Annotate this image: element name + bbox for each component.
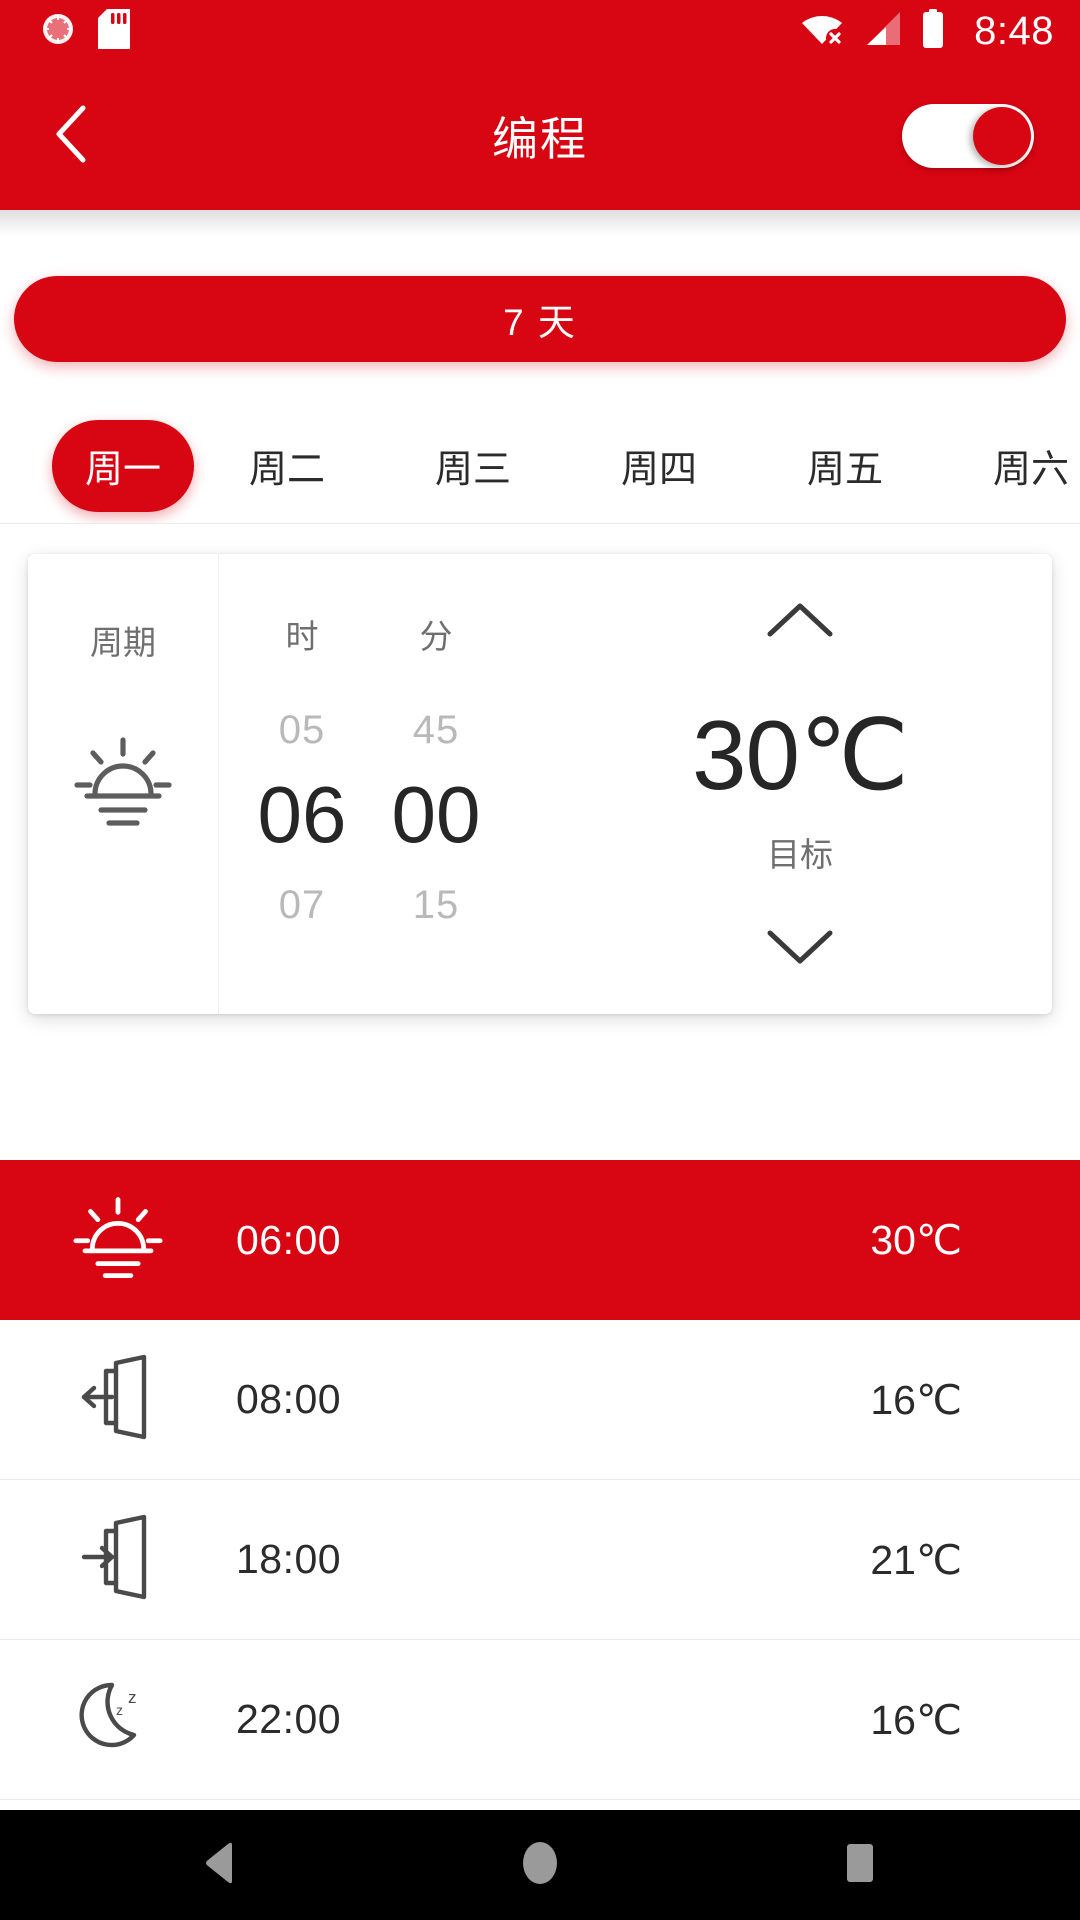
temperature-decrease-button[interactable]: [762, 925, 838, 974]
nav-home-button[interactable]: [440, 1810, 640, 1920]
nav-back-button[interactable]: [120, 1810, 320, 1920]
app-bar-shadow: [0, 210, 1080, 236]
weekday-tab-label: 周三: [434, 449, 511, 491]
home-circle-icon: [518, 1837, 562, 1894]
back-button[interactable]: [18, 81, 128, 191]
svg-text:z: z: [116, 1702, 123, 1718]
minute-current: 00: [391, 770, 481, 859]
app-screen: 8:48 编程 7 天 周一 周二 周三 周四 周五 周六 周期 时 05 06…: [0, 0, 1080, 1920]
hour-current: 06: [257, 770, 347, 859]
weekday-tab-label: 周六: [992, 449, 1069, 491]
status-bar-left-icons: [40, 8, 130, 54]
target-temperature-column: 30℃ 目标: [548, 554, 1052, 1014]
sunrise-icon: [70, 1194, 166, 1287]
weekday-tab-label: 周五: [806, 449, 883, 491]
wifi-off-icon: [800, 10, 845, 53]
cellular-signal-icon: [862, 10, 902, 53]
minute-next[interactable]: 15: [413, 883, 460, 928]
hour-header: 时: [285, 618, 319, 655]
weekday-tab-thursday[interactable]: 周四: [566, 420, 752, 512]
period-column[interactable]: 周期: [28, 554, 218, 1014]
weekday-tab-monday[interactable]: 周一: [52, 419, 194, 512]
chevron-left-icon: [51, 102, 95, 171]
moon-sleep-icon: z z: [70, 1669, 166, 1770]
leave-home-icon: [70, 1349, 166, 1450]
hour-next[interactable]: 07: [279, 883, 326, 928]
weekday-tab-friday[interactable]: 周五: [752, 420, 938, 512]
table-row[interactable]: z z 22:00 16℃: [0, 1640, 1080, 1800]
row-time: 06:00: [236, 1216, 342, 1263]
row-temperature: 16℃: [870, 1696, 962, 1743]
chevron-down-icon: [767, 930, 833, 964]
table-row[interactable]: 18:00 21℃: [0, 1480, 1080, 1640]
days-button-container: 7 天: [0, 276, 1080, 362]
row-temperature: 16℃: [870, 1376, 962, 1423]
row-icon: [0, 1349, 236, 1450]
weekday-tab-label: 周四: [620, 449, 697, 491]
status-bar-right-icons: 8:48: [800, 8, 1054, 54]
row-icon: [0, 1509, 236, 1610]
app-bar: 编程: [0, 62, 1080, 210]
row-time: 18:00: [236, 1536, 342, 1582]
schedule-list: 06:00 30℃ 08:00 16℃ 18:00 21℃ z z 22:00 …: [0, 1160, 1080, 1800]
row-temperature: 30℃: [870, 1217, 962, 1263]
vibrate-ring-icon: [40, 11, 76, 52]
status-bar-clock: 8:48: [974, 8, 1054, 53]
table-row[interactable]: 08:00 16℃: [0, 1320, 1080, 1480]
weekday-tab-tuesday[interactable]: 周二: [194, 420, 380, 512]
sd-card-icon: [98, 8, 130, 54]
minute-header: 分: [419, 618, 453, 655]
battery-full-icon: [920, 8, 946, 54]
temperature-increase-button[interactable]: [762, 598, 838, 647]
period-label: 周期: [90, 624, 156, 661]
days-mode-button[interactable]: 7 天: [14, 276, 1066, 362]
row-time: 22:00: [236, 1696, 342, 1742]
table-row[interactable]: 06:00 30℃: [0, 1160, 1080, 1320]
target-temperature-value: 30℃: [691, 700, 909, 810]
recents-square-icon: [841, 1840, 879, 1891]
switch-knob: [973, 107, 1031, 165]
row-temperature: 21℃: [870, 1536, 962, 1583]
row-time: 08:00: [236, 1376, 342, 1422]
svg-text:z: z: [128, 1688, 137, 1707]
sunrise-icon: [71, 734, 175, 835]
target-temperature-label: 目标: [767, 836, 833, 873]
weekday-tab-label: 周二: [248, 449, 325, 491]
android-navigation-bar: [0, 1810, 1080, 1920]
enter-home-icon: [70, 1509, 166, 1610]
row-icon: z z: [0, 1669, 236, 1770]
weekday-tabs[interactable]: 周一 周二 周三 周四 周五 周六: [0, 408, 1080, 524]
schedule-editor-card: 周期 时 05 06 07 分 45 00 15 30℃ 目标: [28, 554, 1052, 1014]
weekday-tab-wednesday[interactable]: 周三: [380, 420, 566, 512]
weekday-tab-saturday[interactable]: 周六: [938, 420, 1080, 512]
hour-wheel[interactable]: 时 05 06 07: [232, 554, 372, 1014]
hour-prev[interactable]: 05: [279, 708, 326, 753]
time-wheels: 时 05 06 07 分 45 00 15: [218, 554, 548, 1014]
chevron-up-icon: [767, 603, 833, 637]
program-enable-switch[interactable]: [902, 104, 1034, 168]
back-triangle-icon: [200, 1841, 240, 1890]
minute-wheel[interactable]: 分 45 00 15: [366, 554, 506, 1014]
weekday-tab-label: 周一: [84, 449, 161, 491]
minute-prev[interactable]: 45: [413, 708, 460, 753]
days-mode-label: 7 天: [503, 302, 577, 343]
status-bar: 8:48: [0, 0, 1080, 62]
nav-recents-button[interactable]: [760, 1810, 960, 1920]
row-icon: [0, 1194, 236, 1287]
